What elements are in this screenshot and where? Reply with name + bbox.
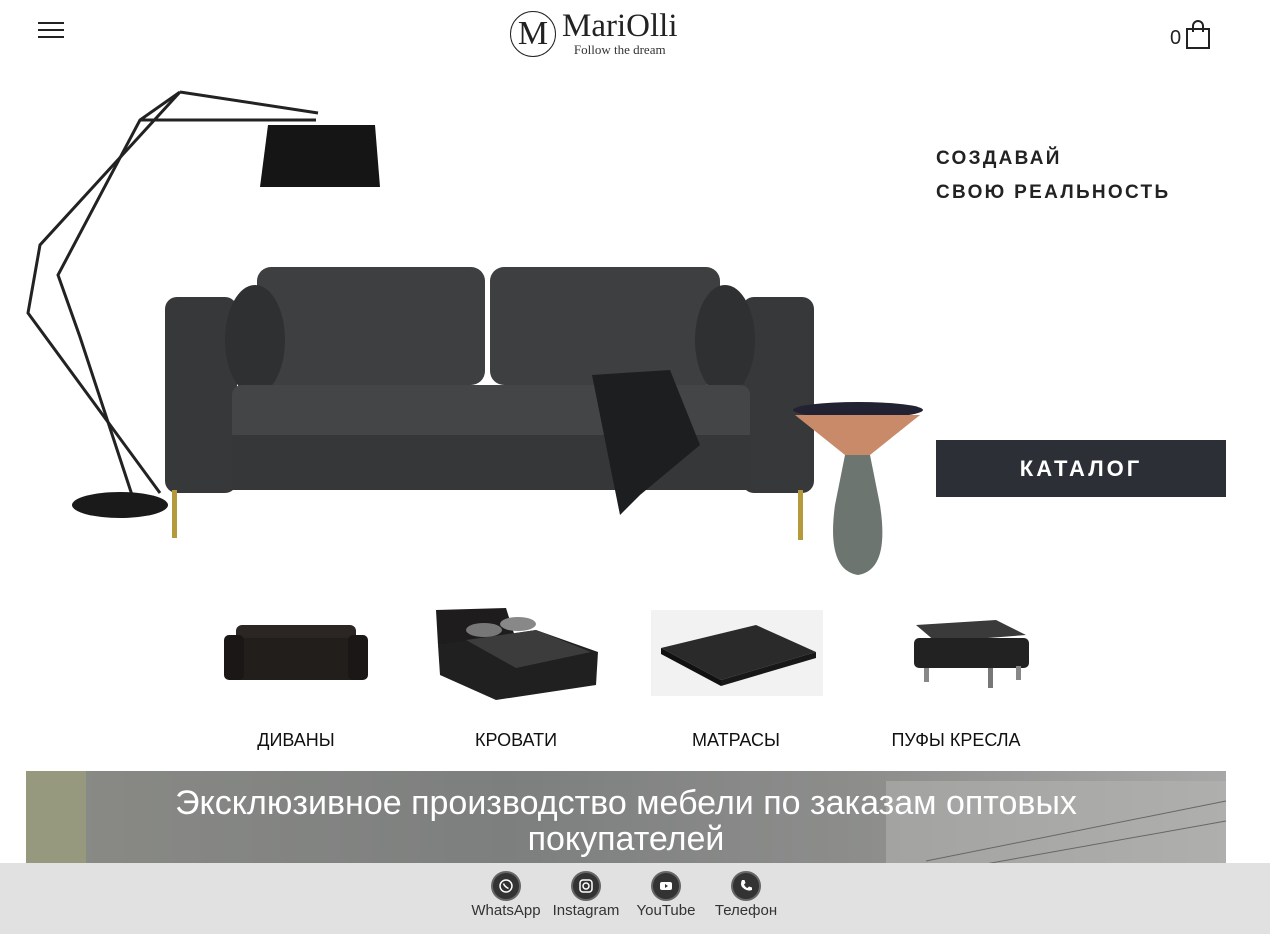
phone-label: Телефон — [714, 902, 778, 919]
logo-name: MariOlli — [562, 8, 678, 44]
hero-image — [26, 90, 923, 575]
sofa — [165, 267, 814, 540]
category-label: МАТРАСЫ — [692, 730, 780, 750]
category-sofas[interactable]: ДИВАНЫ — [201, 590, 391, 760]
category-beds[interactable]: КРОВАТИ — [421, 590, 611, 760]
banner-headline: Эксклюзивное производство мебели по зака… — [175, 784, 1077, 858]
logo[interactable]: M MariOlli Follow the dream — [510, 4, 720, 64]
cart-count: 0 — [1170, 27, 1182, 49]
cart-button[interactable]: 0 — [1170, 16, 1222, 50]
bed-thumbnail — [436, 608, 598, 700]
whatsapp-link[interactable]: WhatsApp — [466, 871, 546, 919]
phone-icon — [731, 871, 761, 901]
menu-icon[interactable] — [38, 22, 64, 42]
bottom-contact-bar: WhatsApp Instagram YouTube Телефон — [0, 863, 1270, 934]
instagram-link[interactable]: Instagram — [546, 871, 626, 919]
category-mattresses[interactable]: МАТРАСЫ — [641, 590, 831, 760]
catalog-button[interactable]: КАТАЛОГ — [936, 440, 1226, 497]
youtube-icon — [651, 871, 681, 901]
pouf-thumbnail — [914, 620, 1029, 688]
whatsapp-label: WhatsApp — [471, 902, 541, 919]
instagram-icon — [571, 871, 601, 901]
logo-tagline: Follow the dream — [573, 42, 666, 57]
instagram-label: Instagram — [552, 902, 620, 919]
category-label: КРОВАТИ — [474, 730, 558, 750]
mattress-thumbnail — [651, 610, 823, 696]
shopping-bag-icon — [1186, 20, 1211, 49]
promo-banner: Эксклюзивное производство мебели по зака… — [26, 771, 1226, 871]
category-poufs-armchairs[interactable]: ПУФЫ КРЕСЛА — [861, 590, 1051, 760]
youtube-label: YouTube — [636, 902, 696, 919]
logo-text: MariOlli Follow the dream — [562, 10, 677, 58]
category-label: ДИВАНЫ — [257, 730, 335, 750]
lamp-base — [72, 492, 168, 518]
logo-mark: M — [510, 11, 556, 57]
hero-slogan: СОЗДАВАЙ СВОЮ РЕАЛЬНОСТЬ — [936, 142, 1170, 210]
side-table — [793, 402, 923, 575]
category-label: ПУФЫ КРЕСЛА — [891, 730, 1021, 750]
phone-link[interactable]: Телефон — [706, 871, 786, 919]
slogan-line-2: СВОЮ РЕАЛЬНОСТЬ — [936, 182, 1171, 203]
youtube-link[interactable]: YouTube — [626, 871, 706, 919]
whatsapp-icon — [491, 871, 521, 901]
lamp-shade — [260, 125, 380, 187]
sofa-thumbnail — [224, 625, 368, 680]
slogan-line-1: СОЗДАВАЙ — [936, 148, 1062, 169]
